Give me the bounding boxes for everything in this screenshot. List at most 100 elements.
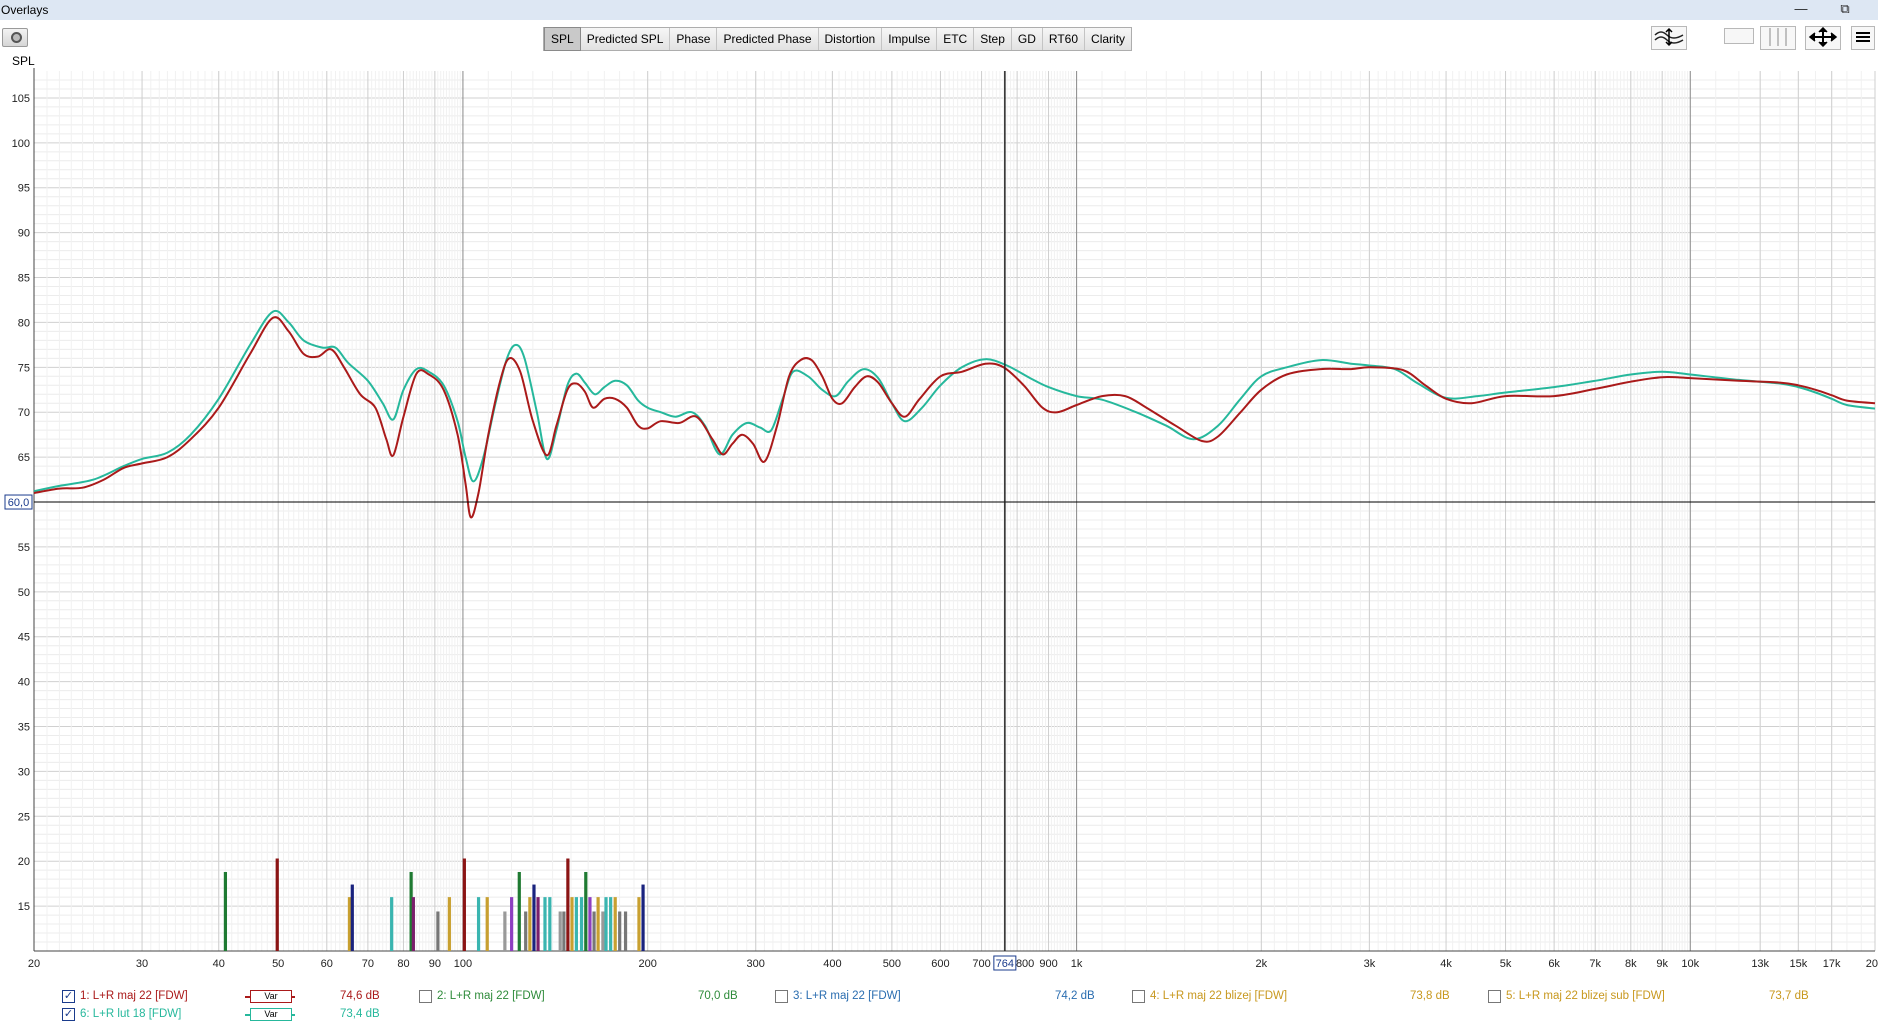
data-bar [637,897,641,951]
x-tick-label: 17k [1823,958,1841,970]
tab-predicted-phase[interactable]: Predicted Phase [717,28,819,50]
data-bar [532,884,536,951]
tab-spl[interactable]: SPL [544,27,581,51]
data-bar [462,858,466,951]
x-tick-label: 10k [1681,958,1699,970]
x-tick-label: 200 [638,958,656,970]
y-tick-label: 100 [12,138,30,150]
legend-value: 73,4 dB [340,1008,380,1020]
x-tick-label: 2k [1256,958,1268,970]
y-tick-label: 15 [18,901,30,913]
y-axis-label: SPL [12,54,35,68]
cursor-x-readout: 764 [996,958,1014,970]
y-tick-label: 40 [18,677,30,689]
title-bar: Overlays — ⧉ [0,0,1878,20]
y-tick-label: 30 [18,766,30,778]
x-tick-label: 1k [1071,958,1083,970]
legend-label[interactable]: 5: L+R maj 22 blizej sub [FDW] [1506,990,1665,1002]
data-bar [574,897,578,951]
data-bar [601,911,605,951]
y-tick-label: 105 [12,93,30,105]
data-bar [223,871,228,951]
data-bar [584,871,588,951]
y-tick-label: 20 [18,856,30,868]
restore-button[interactable]: ⧉ [1830,0,1860,18]
data-bar [558,911,562,951]
tab-gd[interactable]: GD [1011,28,1043,50]
data-bar [618,911,622,951]
spl-graph[interactable]: 15 20 25 30 35 40 45 50 55 65 70 75 80 85 90 95 100 105 20… [0,68,1878,980]
graph-tabs: SPL Predicted SPL Phase Predicted Phase Dist… [543,27,1133,51]
tab-step[interactable]: Step [974,28,1012,50]
x-tick-label: 500 [883,958,901,970]
y-tick-label: 50 [18,587,30,599]
legend-checkbox[interactable]: ✓ [62,990,75,1003]
camera-icon[interactable] [2,28,28,47]
x-tick-label: 3k [1364,958,1376,970]
x-tick-label: 60 [321,958,333,970]
tab-etc[interactable]: ETC [937,28,975,50]
data-bar [347,897,352,951]
x-tick-label: 70 [362,958,374,970]
legend-checkbox[interactable] [775,990,788,1003]
tab-clarity[interactable]: Clarity [1085,28,1132,50]
legend-label[interactable]: 2: L+R maj 22 [FDW] [437,990,545,1002]
legend-var-button[interactable]: Var [250,1008,292,1021]
window-title: Overlays [1,3,49,17]
legend-var-button[interactable]: Var [250,990,292,1003]
traces-icon[interactable] [1651,26,1687,50]
x-tick-label: 6k [1548,958,1560,970]
data-bar [566,858,570,951]
tab-impulse[interactable]: Impulse [882,28,938,50]
x-tick-label: 800 [1016,958,1034,970]
legend-value: 73,7 dB [1769,990,1809,1002]
single-view-icon[interactable] [1724,28,1754,44]
y-tick-label: 65 [18,452,30,464]
y-tick-label: 35 [18,722,30,734]
y-tick-label: 45 [18,632,30,644]
data-bar [641,884,645,951]
legend-checkbox[interactable] [1132,990,1145,1003]
cursor-y-readout: 60,0 [8,497,29,509]
data-bar [447,897,451,951]
x-tick-label: 50 [272,958,284,970]
legend-panel: ✓ 1: L+R maj 22 [FDW] Var 74,6 dB 2: L+R maj… [0,984,1878,1023]
data-bar [485,897,489,951]
legend-value: 70,0 dB [698,990,738,1002]
legend-label[interactable]: 1: L+R maj 22 [FDW] [80,990,188,1002]
x-tick-label: 90 [429,958,441,970]
y-tick-label: 95 [18,183,30,195]
x-tick-label: 20 [1866,958,1878,970]
legend-checkbox[interactable] [419,990,432,1003]
pan-zoom-icon[interactable] [1805,26,1841,50]
data-bar [350,884,354,951]
minimize-button[interactable]: — [1786,0,1816,18]
legend-checkbox[interactable]: ✓ [62,1008,75,1021]
data-bar [476,897,481,951]
legend-value: 74,2 dB [1055,990,1095,1002]
tab-predicted-spl[interactable]: Predicted SPL [580,28,671,50]
data-bar [510,897,514,951]
split-view-icon[interactable] [1760,26,1796,50]
data-bar [596,897,600,951]
grid [33,71,1876,951]
x-tick-label: 400 [823,958,841,970]
x-tick-label: 9k [1656,958,1668,970]
legend-label[interactable]: 4: L+R maj 22 blizej [FDW] [1150,990,1287,1002]
data-bar [503,911,507,951]
legend-value: 74,6 dB [340,990,380,1002]
data-bar [604,897,608,951]
x-tick-label: 20 [28,958,40,970]
y-tick-label: 70 [18,407,30,419]
x-tick-label: 8k [1625,958,1637,970]
legend-label[interactable]: 3: L+R maj 22 [FDW] [793,990,901,1002]
data-bar [517,871,521,951]
x-tick-label: 30 [136,958,148,970]
tab-phase[interactable]: Phase [670,28,718,50]
tab-rt60[interactable]: RT60 [1042,28,1086,50]
y-tick-label: 75 [18,362,30,374]
controls-menu-icon[interactable] [1851,26,1875,50]
tab-distortion[interactable]: Distortion [818,28,883,50]
legend-label[interactable]: 6: L+R lut 18 [FDW] [80,1008,181,1020]
legend-checkbox[interactable] [1488,990,1501,1003]
